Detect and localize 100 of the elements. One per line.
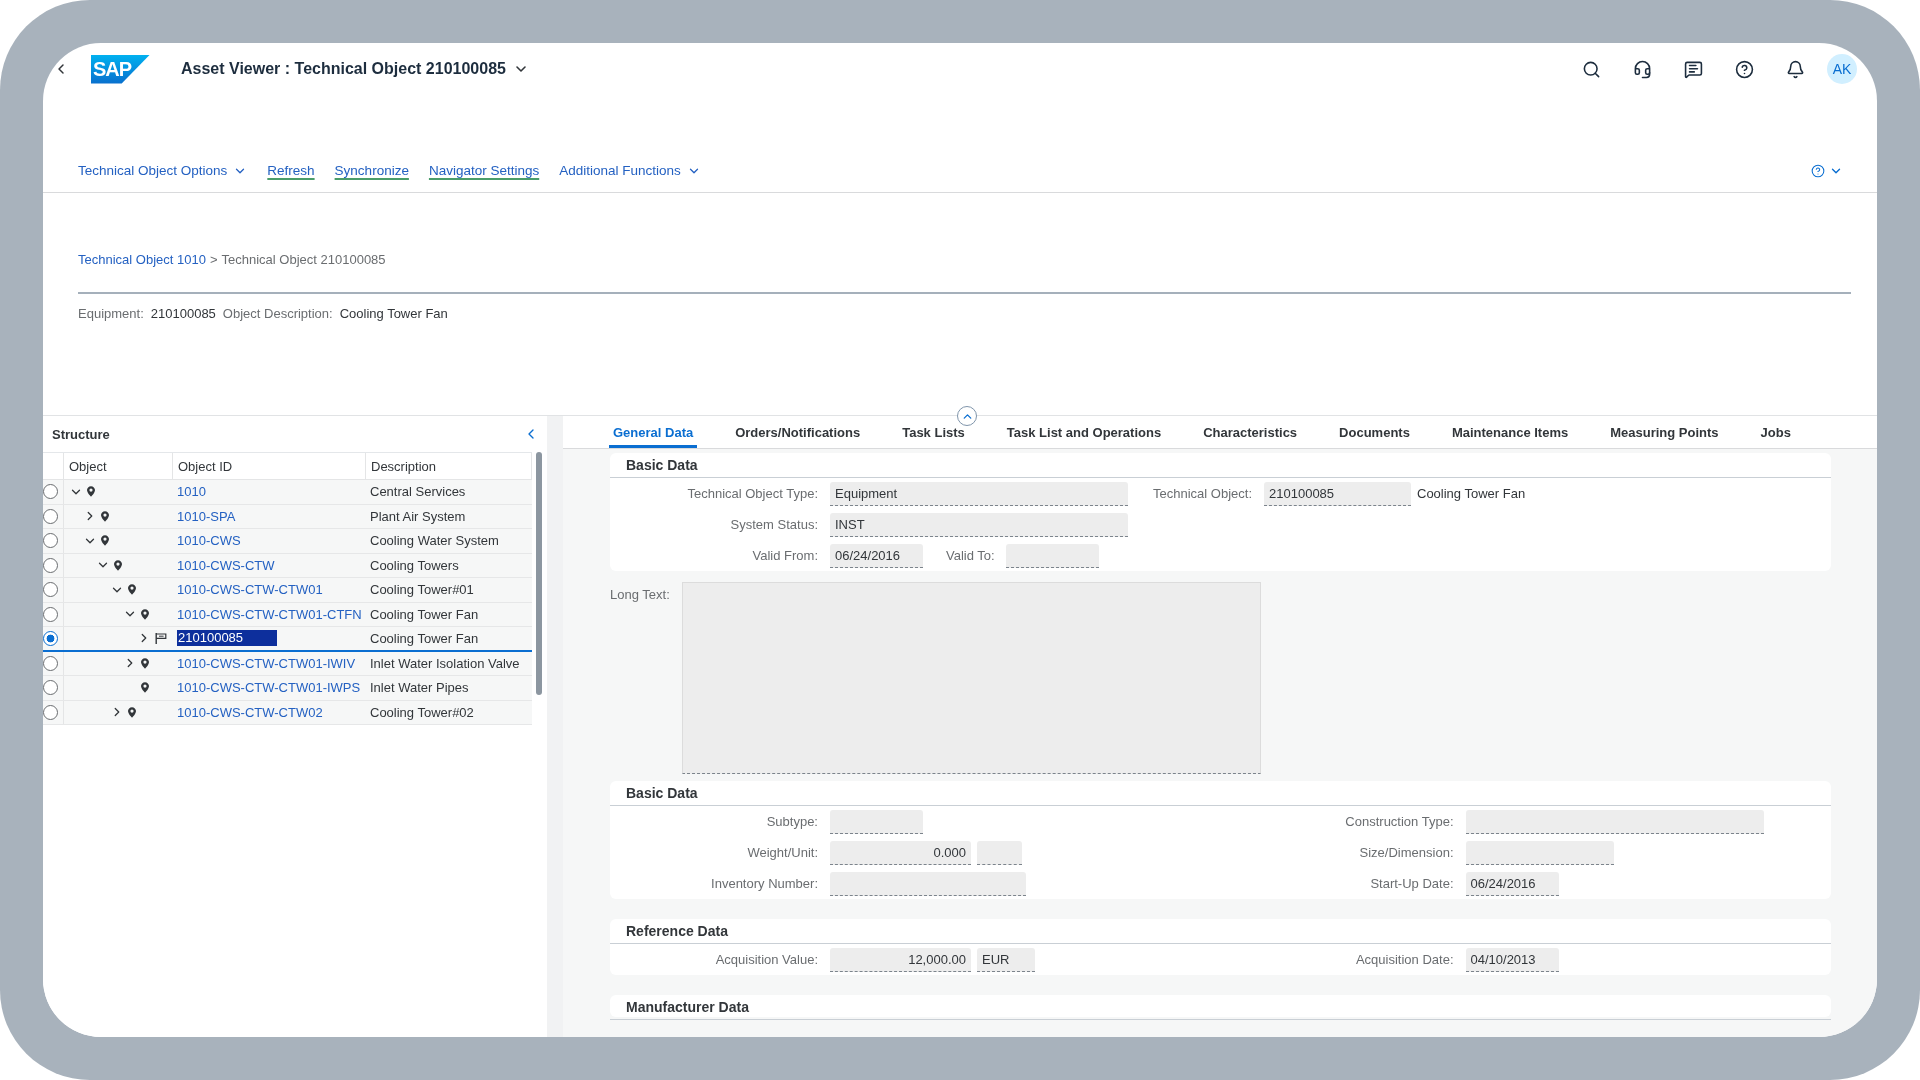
tab[interactable]: Characteristics	[1199, 416, 1302, 448]
toolbar-link[interactable]: Synchronize	[334, 161, 409, 181]
input-field[interactable]: 210100085	[1264, 481, 1411, 506]
radio-button[interactable]	[43, 508, 58, 524]
tab[interactable]: Maintenance Items	[1447, 416, 1573, 448]
input-field[interactable]: INST	[830, 512, 1128, 537]
table-row[interactable]: 210100085 Cooling Tower Fan	[43, 627, 532, 652]
table-row[interactable]: 1010-CWS-CTW Cooling Towers	[43, 553, 532, 578]
field-label: Technical Object:	[1153, 486, 1253, 501]
headset-icon[interactable]	[1633, 59, 1652, 79]
input-field[interactable]: EUR	[977, 947, 1035, 972]
input-field[interactable]	[1465, 809, 1764, 834]
table-cell-text: Cooling Towers	[369, 556, 460, 575]
radio-button[interactable]	[43, 557, 58, 573]
search-icon[interactable]	[1582, 59, 1601, 79]
table-row[interactable]: 1010-CWS-CTW-CTW01-CTFN Cooling Tower Fan	[43, 602, 532, 627]
tab[interactable]: Jobs	[1756, 416, 1795, 448]
pin-icon	[114, 559, 122, 571]
table-row[interactable]: 1010-CWS-CTW-CTW01-IWIV Inlet Water Isolation Valve	[43, 651, 532, 676]
table-row[interactable]: 1010-CWS-CTW-CTW02 Cooling Tower#02	[43, 700, 532, 725]
input-field[interactable]: 04/10/2013	[1465, 947, 1559, 972]
field-label: Valid From:	[751, 548, 819, 563]
input-field[interactable]: 12,000.00	[830, 947, 971, 972]
radio-button[interactable]	[43, 704, 58, 720]
column-header: Description	[366, 453, 532, 479]
radio-button[interactable]	[43, 680, 58, 696]
field-label: Subtype:	[765, 814, 819, 829]
collapse-button[interactable]	[957, 406, 977, 426]
table-cell-text: Cooling Tower#01	[369, 581, 475, 600]
section-title: Basic Data	[626, 457, 698, 473]
radio-button[interactable]	[43, 655, 58, 671]
input-field[interactable]: 06/24/2016	[830, 543, 923, 568]
radio-button[interactable]	[43, 630, 58, 646]
radio-button[interactable]	[43, 533, 58, 549]
panel-title: Structure	[52, 426, 110, 442]
tab[interactable]: Orders/Notifications	[731, 416, 865, 448]
pin-icon	[141, 608, 149, 620]
field-label: Long Text:	[610, 586, 671, 604]
radio-button[interactable]	[43, 582, 58, 598]
radio-button[interactable]	[43, 606, 58, 622]
object-id-link[interactable]: 1010-CWS-CTW-CTW02	[177, 704, 323, 720]
breadcrumb-link[interactable]: Technical Object 1010	[78, 251, 206, 269]
tab[interactable]: Task Lists	[898, 416, 969, 448]
tab[interactable]: Task List and Operations	[1002, 416, 1166, 448]
title-menu-button[interactable]: Asset Viewer : Technical Object 210100085	[181, 60, 529, 78]
pin-icon	[87, 486, 95, 498]
pin-icon	[100, 535, 109, 547]
field-label: Valid To:	[946, 548, 995, 563]
input-field[interactable]: 0.000	[830, 840, 971, 865]
table-cell-text: Cooling Water System	[369, 532, 500, 551]
input-field[interactable]	[1465, 840, 1614, 865]
user-avatar[interactable]: AK	[1827, 54, 1857, 84]
bell-icon[interactable]	[1786, 59, 1805, 79]
flag-icon	[154, 632, 167, 644]
input-field[interactable]	[1005, 543, 1099, 568]
object-id-link[interactable]: 1010-CWS	[177, 533, 241, 549]
field-label: Acquisition Value:	[714, 952, 819, 967]
scrollbar-thumb[interactable]	[536, 452, 542, 695]
object-id-link[interactable]: 1010-CWS-CTW-CTW01-IWIV	[177, 655, 356, 671]
tab[interactable]: Measuring Points	[1606, 416, 1723, 448]
field-label: Equipment:	[78, 305, 144, 323]
menu-button[interactable]: Additional Functions	[559, 161, 701, 181]
input-field[interactable]	[830, 871, 1026, 896]
section-title: Reference Data	[626, 923, 728, 939]
pin-icon	[141, 682, 149, 694]
object-id-link[interactable]: 1010-CWS-CTW	[177, 557, 275, 573]
object-id-link[interactable]: 210100085	[177, 630, 278, 647]
field-label: Technical Object Type:	[686, 486, 819, 501]
input-field[interactable]	[977, 840, 1022, 865]
radio-button[interactable]	[43, 484, 58, 500]
field-label: Weight/Unit:	[746, 845, 819, 860]
help-icon[interactable]	[1735, 59, 1754, 79]
input-field[interactable]: Equipment	[830, 481, 1128, 506]
object-id-link[interactable]: 1010-CWS-CTW-CTW01-CTFN	[177, 606, 362, 622]
object-id-link[interactable]: 1010-CWS-CTW-CTW01	[177, 582, 323, 598]
field-value: 210100085	[150, 305, 216, 323]
tab[interactable]: Documents	[1335, 416, 1414, 448]
input-field[interactable]: 06/24/2016	[1465, 871, 1559, 896]
table-row[interactable]: 1010-CWS-CTW-CTW01 Cooling Tower#01	[43, 578, 532, 603]
menu-button[interactable]: Technical Object Options	[78, 161, 248, 181]
field-label: Size/Dimension:	[1358, 845, 1455, 860]
input-field[interactable]	[830, 809, 923, 834]
table-cell-text: Cooling Tower Fan	[369, 629, 480, 648]
field-label: System Status:	[729, 517, 819, 532]
table-row[interactable]: 1010 Central Services	[43, 480, 532, 505]
pin-icon	[127, 584, 136, 596]
table-row[interactable]: 1010-SPA Plant Air System	[43, 504, 532, 529]
table-row[interactable]: 1010-CWS-CTW-CTW01-IWPS Inlet Water Pipes	[43, 676, 532, 701]
object-id-link[interactable]: 1010-SPA	[177, 508, 236, 524]
breadcrumb-separator: >	[209, 251, 218, 269]
section-title: Basic Data	[626, 785, 698, 801]
toolbar-link[interactable]: Refresh	[267, 161, 315, 181]
chat-icon[interactable]	[1684, 59, 1703, 79]
description-text: Cooling Tower Fan	[1417, 486, 1526, 501]
toolbar-link[interactable]: Navigator Settings	[428, 161, 540, 181]
tab[interactable]: General Data	[609, 416, 698, 448]
table-row[interactable]: 1010-CWS Cooling Water System	[43, 529, 532, 554]
column-header: Object	[64, 453, 173, 479]
object-id-link[interactable]: 1010-CWS-CTW-CTW01-IWPS	[177, 680, 361, 696]
object-id-link[interactable]: 1010	[177, 484, 206, 500]
